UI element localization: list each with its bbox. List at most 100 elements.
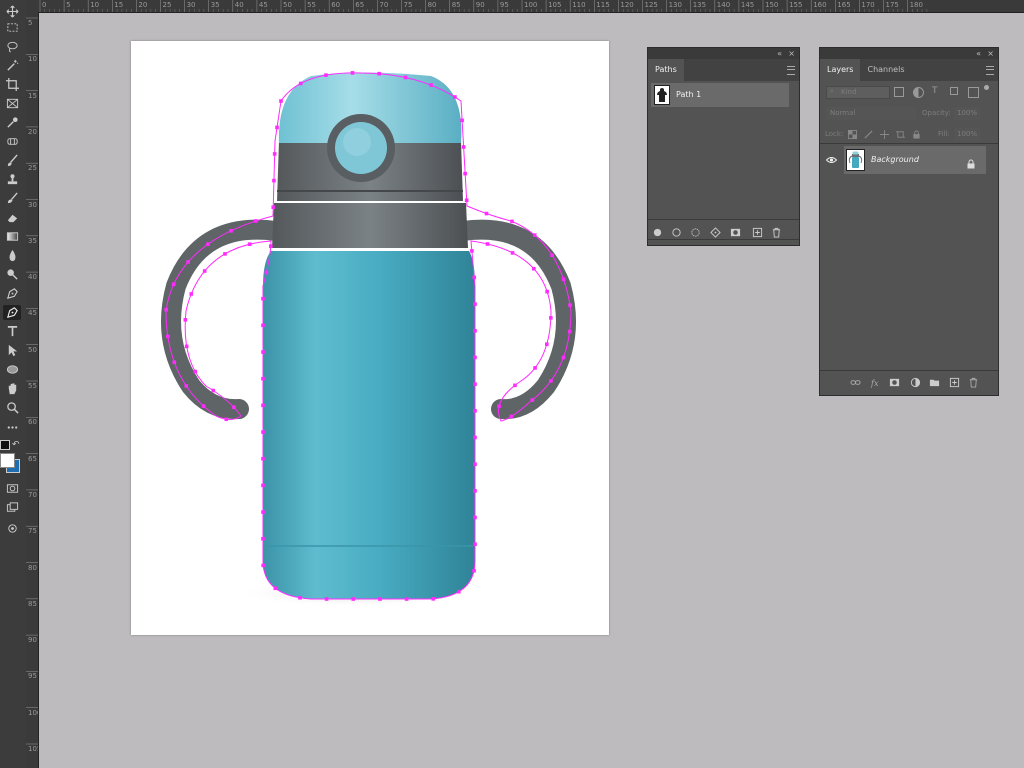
path-anchor-point[interactable] [206, 242, 210, 246]
path-anchor-point[interactable] [567, 329, 572, 334]
lock-transparent-icon[interactable] [846, 128, 858, 140]
path-anchor-point[interactable] [429, 83, 433, 87]
path-anchor-point[interactable] [473, 382, 477, 386]
lock-image-icon[interactable] [862, 128, 874, 140]
path-anchor-point[interactable] [403, 75, 408, 80]
foreground-color-swatch[interactable] [0, 453, 15, 468]
move-tool-icon[interactable] [3, 4, 21, 19]
path-selection-tool-icon[interactable] [3, 343, 21, 358]
magic-wand-tool-icon[interactable] [3, 58, 21, 73]
brush-tool-icon[interactable] [3, 153, 21, 168]
path-anchor-point[interactable] [172, 360, 177, 364]
blend-mode-select[interactable]: Normal [826, 107, 916, 120]
path-anchor-point[interactable] [324, 597, 329, 601]
path-anchor-point[interactable] [404, 597, 409, 601]
fill-field[interactable]: 100% [954, 128, 980, 141]
adjustment-filter-icon[interactable] [913, 87, 924, 98]
path-anchor-point[interactable] [460, 118, 464, 123]
path-anchor-point[interactable] [201, 404, 206, 408]
path-anchor-point[interactable] [510, 251, 515, 255]
path-anchor-point[interactable] [532, 266, 536, 271]
path-anchor-point[interactable] [464, 198, 469, 203]
path-anchor-point[interactable] [189, 292, 194, 296]
eye-icon[interactable] [824, 153, 838, 167]
tab-channels[interactable]: Channels [860, 59, 911, 81]
path-anchor-point[interactable] [261, 483, 265, 488]
path-anchor-point[interactable] [510, 219, 514, 224]
path-anchor-point[interactable] [186, 260, 190, 264]
pixel-filter-icon[interactable] [894, 87, 904, 97]
path-anchor-point[interactable] [193, 369, 197, 374]
fill-path-icon[interactable] [650, 225, 664, 239]
ellipse-tool-icon[interactable] [3, 362, 21, 377]
path-anchor-point[interactable] [473, 302, 477, 306]
path-anchor-point[interactable] [171, 282, 176, 287]
path-anchor-point[interactable] [377, 71, 381, 76]
path-anchor-point[interactable] [264, 270, 269, 275]
path-anchor-point[interactable] [549, 316, 553, 320]
path-anchor-point[interactable] [184, 384, 189, 388]
path-anchor-point[interactable] [497, 404, 501, 408]
delete-icon[interactable] [769, 225, 783, 239]
panel-menu-icon[interactable] [986, 66, 994, 75]
make-work-path-icon[interactable] [708, 225, 722, 239]
screen-mode-icon[interactable] [3, 500, 21, 515]
add-mask-icon[interactable] [728, 225, 742, 239]
new-layer-icon[interactable] [947, 375, 961, 389]
delete-icon[interactable] [966, 375, 980, 389]
dodge-tool-icon[interactable] [3, 267, 21, 282]
history-brush-tool-icon[interactable] [3, 191, 21, 206]
path-anchor-point[interactable] [350, 71, 355, 75]
adjustment-icon[interactable] [908, 375, 922, 389]
path-anchor-point[interactable] [509, 414, 514, 419]
more-tools-icon[interactable] [3, 420, 21, 435]
path-anchor-point[interactable] [324, 73, 328, 77]
path-anchor-point[interactable] [272, 178, 276, 183]
path-anchor-point[interactable] [261, 296, 265, 301]
path-anchor-point[interactable] [431, 597, 436, 601]
path-anchor-point[interactable] [261, 376, 265, 381]
path-anchor-point[interactable] [232, 405, 236, 410]
path-anchor-point[interactable] [261, 536, 265, 541]
type-tool-icon[interactable] [3, 324, 21, 339]
path-anchor-point[interactable] [247, 242, 252, 247]
path-anchor-point[interactable] [463, 171, 467, 176]
path-anchor-point[interactable] [229, 228, 233, 233]
path-anchor-point[interactable] [568, 303, 572, 307]
close-icon[interactable]: × [987, 48, 994, 59]
path-anchor-point[interactable] [453, 95, 457, 99]
smart-object-filter-icon[interactable] [968, 87, 979, 98]
eyedropper-tool-icon[interactable] [3, 115, 21, 130]
panel-menu-icon[interactable] [787, 66, 795, 75]
swap-colors-icon[interactable]: ↶ [12, 440, 20, 450]
gradient-tool-icon[interactable] [3, 229, 21, 244]
path-anchor-point[interactable] [261, 430, 265, 434]
document-canvas[interactable] [131, 41, 609, 635]
path-anchor-point[interactable] [351, 597, 356, 601]
double-chevron-left-icon[interactable]: « [777, 48, 782, 59]
lock-all-icon[interactable] [910, 128, 922, 140]
path-anchor-point[interactable] [166, 334, 170, 339]
opacity-field[interactable]: 100% [954, 107, 980, 120]
path-anchor-point[interactable] [378, 597, 382, 601]
group-icon[interactable] [927, 375, 941, 389]
new-path-icon[interactable] [750, 225, 764, 239]
blur-tool-icon[interactable] [3, 248, 21, 263]
path-anchor-point[interactable] [261, 403, 265, 408]
path-anchor-point[interactable] [473, 489, 477, 493]
path-anchor-point[interactable] [473, 462, 477, 466]
path-anchor-point[interactable] [261, 510, 265, 514]
tab-layers[interactable]: Layers [820, 59, 861, 81]
default-colors-icon[interactable] [0, 440, 10, 450]
mask-icon[interactable] [887, 375, 901, 389]
marquee-tool-icon[interactable] [3, 20, 21, 35]
path-anchor-point[interactable] [456, 589, 461, 594]
path-anchor-point[interactable] [485, 242, 490, 246]
stroke-path-icon[interactable] [669, 225, 683, 239]
path-anchor-point[interactable] [550, 253, 554, 258]
path-anchor-point[interactable] [473, 515, 477, 520]
path-anchor-point[interactable] [549, 379, 553, 383]
path-anchor-point[interactable] [532, 233, 537, 237]
path-anchor-point[interactable] [184, 344, 189, 349]
path-anchor-point[interactable] [202, 269, 207, 273]
